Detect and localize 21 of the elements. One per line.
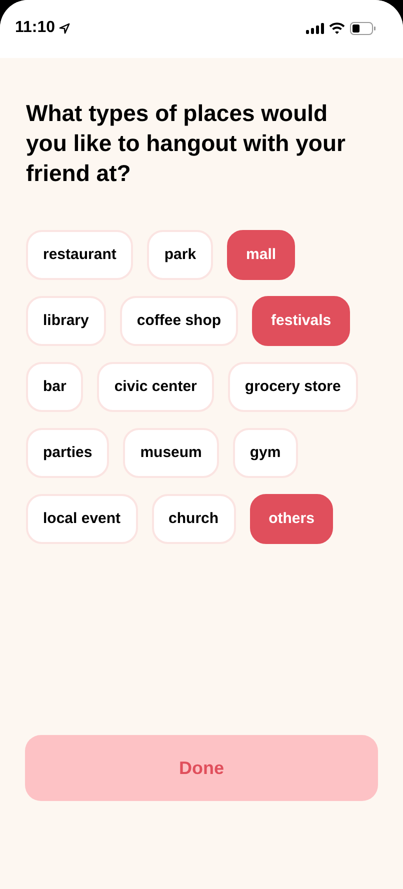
- battery-icon: [350, 22, 376, 34]
- place-chip[interactable]: bar: [26, 362, 84, 412]
- place-chip[interactable]: local event: [26, 494, 138, 544]
- place-chip[interactable]: park: [147, 230, 214, 280]
- place-chip[interactable]: coffee shop: [120, 296, 238, 346]
- signal-icon: [306, 22, 324, 34]
- place-chip[interactable]: civic center: [97, 362, 214, 412]
- status-time: 11:10: [15, 18, 56, 38]
- place-chip[interactable]: grocery store: [228, 362, 358, 412]
- question-title: What types of places would you like to hangout with your friend at?: [26, 99, 346, 188]
- wifi-icon: [329, 22, 345, 34]
- place-chip[interactable]: mall: [227, 230, 296, 280]
- place-chip[interactable]: others: [250, 494, 334, 544]
- location-arrow-icon: [59, 22, 70, 34]
- place-chip[interactable]: gym: [232, 428, 298, 478]
- place-chip[interactable]: church: [152, 494, 236, 544]
- place-chip[interactable]: library: [26, 296, 106, 346]
- place-chip[interactable]: restaurant: [26, 230, 134, 280]
- place-chip[interactable]: parties: [26, 428, 110, 478]
- place-chip[interactable]: museum: [123, 428, 219, 478]
- place-chip[interactable]: festivals: [252, 296, 350, 346]
